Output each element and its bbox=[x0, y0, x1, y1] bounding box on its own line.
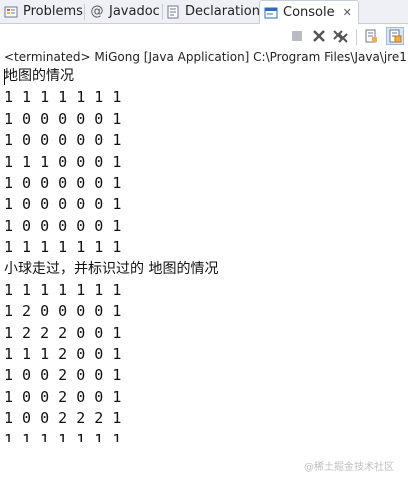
console-line: 1 1 1 2 0 0 1 bbox=[4, 345, 122, 364]
declaration-icon bbox=[166, 5, 180, 19]
console-line: 1 0 0 0 0 0 1 bbox=[4, 131, 122, 150]
console-line: 1 0 0 0 0 0 1 bbox=[4, 109, 122, 128]
problems-icon bbox=[4, 5, 18, 19]
console-line: 1 1 1 1 1 1 1 bbox=[4, 238, 122, 257]
console-line: 1 0 0 0 0 0 1 bbox=[4, 216, 122, 235]
stop-icon bbox=[292, 31, 302, 41]
console-toolbar bbox=[0, 24, 408, 48]
console-line: 1 0 0 2 0 0 1 bbox=[4, 387, 122, 406]
console-line: 1 1 1 1 1 1 1 bbox=[4, 430, 122, 442]
tab-separator bbox=[162, 4, 163, 20]
tab-console[interactable]: Console ✕ bbox=[259, 0, 359, 24]
console-line: 1 0 0 0 0 0 1 bbox=[4, 195, 122, 214]
pin-console-icon bbox=[389, 29, 402, 43]
tab-javadoc[interactable]: @ Javadoc bbox=[90, 0, 160, 23]
console-line: 1 0 0 2 0 0 1 bbox=[4, 366, 122, 385]
tab-separator bbox=[84, 4, 85, 20]
remove-all-terminated-button[interactable] bbox=[332, 27, 350, 45]
scroll-lock-button[interactable] bbox=[362, 27, 380, 45]
console-line: 1 1 1 0 0 0 1 bbox=[4, 152, 122, 171]
at-sign-icon: @ bbox=[90, 4, 104, 19]
process-status-label: <terminated> MiGong [Java Application] C… bbox=[4, 50, 408, 64]
toolbar-separator bbox=[356, 29, 357, 45]
console-line: 1 2 2 2 0 0 1 bbox=[4, 323, 122, 342]
tab-label: Declaration bbox=[185, 4, 260, 19]
view-tab-bar: Problems @ Javadoc Declaration Console ✕ bbox=[0, 0, 408, 24]
tab-label: Javadoc bbox=[109, 4, 160, 19]
tab-problems[interactable]: Problems bbox=[4, 0, 83, 23]
console-line: 1 0 0 2 2 2 1 bbox=[4, 409, 122, 428]
show-console-button[interactable] bbox=[386, 27, 404, 45]
console-line: 1 2 0 0 0 0 1 bbox=[4, 302, 122, 321]
tab-declaration[interactable]: Declaration bbox=[166, 0, 260, 23]
console-line: 1 0 0 0 0 0 1 bbox=[4, 173, 122, 192]
close-icon[interactable]: ✕ bbox=[343, 6, 352, 19]
console-icon bbox=[264, 6, 278, 20]
scroll-lock-icon bbox=[365, 29, 377, 43]
console-line: 地图的情况 bbox=[4, 68, 74, 84]
tab-label: Console bbox=[283, 5, 335, 20]
console-output[interactable]: 地图的情况 1 1 1 1 1 1 1 1 0 0 0 0 0 1 1 0 0 … bbox=[4, 66, 408, 442]
console-line: 1 1 1 1 1 1 1 bbox=[4, 280, 122, 299]
watermark: @稀土掘金技术社区 bbox=[304, 462, 394, 473]
remove-all-icon bbox=[333, 30, 348, 43]
remove-launch-button[interactable] bbox=[310, 27, 328, 45]
console-line: 小球走过，并标识过的 地图的情况 bbox=[4, 260, 219, 277]
tab-label: Problems bbox=[23, 4, 83, 19]
terminate-button[interactable] bbox=[288, 27, 306, 45]
remove-icon bbox=[313, 30, 325, 42]
console-line: 1 1 1 1 1 1 1 bbox=[4, 88, 122, 107]
